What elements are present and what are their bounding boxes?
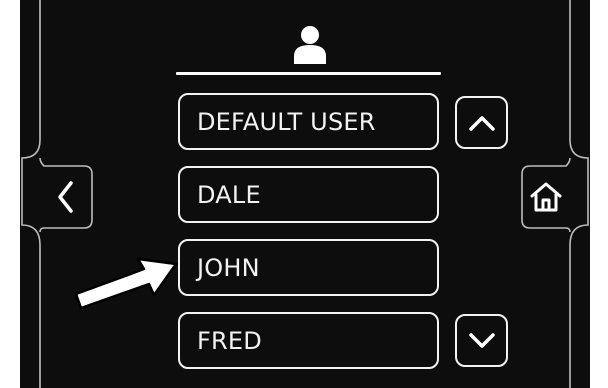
back-button[interactable]	[42, 168, 90, 226]
chevron-left-icon	[58, 181, 73, 213]
user-item-john[interactable]: JOHN	[178, 239, 439, 296]
device-screen: DEFAULT USER DALE JOHN FRED	[0, 0, 608, 388]
user-icon	[294, 26, 326, 64]
user-item-label: DALE	[197, 180, 261, 209]
user-item-default-user[interactable]: DEFAULT USER	[178, 93, 439, 150]
user-item-fred[interactable]: FRED	[178, 312, 439, 369]
home-icon	[530, 182, 562, 212]
home-button[interactable]	[524, 168, 568, 226]
header-divider	[176, 72, 441, 75]
chevron-down-icon	[468, 332, 495, 348]
arrow-pointer-icon	[74, 257, 178, 310]
scroll-down-button[interactable]	[455, 314, 508, 367]
chevron-up-icon	[468, 115, 495, 131]
user-item-label: JOHN	[197, 253, 260, 282]
scroll-up-button[interactable]	[455, 96, 508, 149]
user-item-dale[interactable]: DALE	[178, 166, 439, 223]
user-item-label: DEFAULT USER	[197, 107, 376, 136]
user-item-label: FRED	[197, 326, 262, 355]
